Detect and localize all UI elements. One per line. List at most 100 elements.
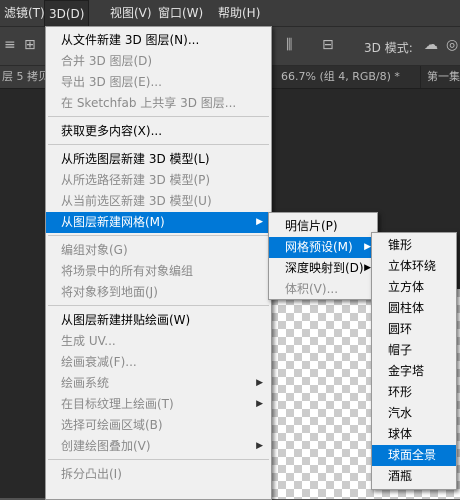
preset-item-11[interactable]: 酒瓶 (372, 466, 456, 487)
preset-item-4[interactable]: 圆环 (372, 319, 456, 340)
menu-3d-item-13[interactable]: 生成 UV... (46, 331, 271, 352)
roll-icon[interactable]: ◎ (446, 37, 458, 53)
submenu-mesh-item-1[interactable]: 网格预设(M) ▶ (269, 237, 377, 258)
menu-3d-item-label: 获取更多内容(X)... (61, 124, 163, 138)
menu-3d-dropdown: 从文件新建 3D 图层(N)... 合并 3D 图层(D) 导出 3D 图层(E).… (45, 26, 272, 500)
submenu-arrow-icon: ▶ (256, 399, 263, 409)
menu-3d-item-12[interactable]: 从图层新建拼贴绘画(W) (46, 310, 271, 331)
preset-item-3[interactable]: 圆柱体 (372, 298, 456, 319)
menu-bar: 滤镜(T) 3D(D) 视图(V) 窗口(W) 帮助(H) (0, 0, 460, 27)
menu-separator (48, 144, 269, 145)
submenu-arrow-icon: ▶ (364, 263, 371, 273)
menu-3d-item-label: 在 Sketchfab 上共享 3D 图层... (61, 96, 237, 110)
preset-item-label: 汽水 (388, 406, 413, 420)
menu-3d-item-label: 选择可绘画区域(B) (61, 418, 163, 432)
menu-3d-item-label: 在目标纹理上绘画(T) (61, 397, 174, 411)
menu-3d-item-label: 从图层新建拼贴绘画(W) (61, 313, 191, 327)
menu-3d-item-label: 绘画系统 (61, 376, 110, 390)
preset-item-label: 环形 (388, 385, 413, 399)
preset-item-8[interactable]: 汽水 (372, 403, 456, 424)
submenu-arrow-icon: ▶ (256, 217, 263, 227)
preset-item-label: 帽子 (388, 343, 413, 357)
preset-item-6[interactable]: 金字塔 (372, 361, 456, 382)
menu-3d-item-15[interactable]: 绘画系统 ▶ (46, 373, 271, 394)
menu-3d-item-14[interactable]: 绘画衰减(F)... (46, 352, 271, 373)
submenu-mesh-item-label: 网格预设(M) (285, 240, 353, 254)
tab-document[interactable]: 66.7% (组 4, RGB/8) * (275, 66, 400, 88)
tab-other[interactable]: 第一集 (420, 66, 460, 88)
distribute-icon[interactable]: ⫼ (286, 37, 292, 53)
distribute-icon-2[interactable]: ⊟ (322, 37, 334, 53)
menu-filter[interactable]: 滤镜(T) (0, 0, 49, 26)
submenu-mesh-item-2[interactable]: 深度映射到(D) ▶ (269, 258, 377, 279)
preset-item-5[interactable]: 帽子 (372, 340, 456, 361)
preset-item-2[interactable]: 立方体 (372, 277, 456, 298)
preset-item-label: 立体环绕 (388, 259, 437, 273)
menu-3d-item-label: 绘画衰减(F)... (61, 355, 137, 369)
menu-3d-item-label: 导出 3D 图层(E)... (61, 75, 162, 89)
menu-3d-item-7[interactable]: 从当前选区新建 3D 模型(U) (46, 191, 271, 212)
preset-item-9[interactable]: 球体 (372, 424, 456, 445)
menu-3d-item-2[interactable]: 导出 3D 图层(E)... (46, 72, 271, 93)
preset-item-label: 立方体 (388, 280, 425, 294)
submenu-arrow-icon: ▶ (364, 242, 371, 252)
preset-item-label: 金字塔 (388, 364, 425, 378)
menu-help[interactable]: 帮助(H) (214, 0, 264, 26)
preset-item-label: 圆柱体 (388, 301, 425, 315)
menu-3d-item-10[interactable]: 将场景中的所有对象编组 (46, 261, 271, 282)
menu-3d-item-16[interactable]: 在目标纹理上绘画(T) ▶ (46, 394, 271, 415)
menu-3d-item-label: 生成 UV... (61, 334, 116, 348)
preset-item-label: 球面全景 (388, 448, 437, 462)
menu-3d-item-label: 编组对象(G) (61, 243, 128, 257)
submenu-mesh-item-label: 深度映射到(D) (285, 261, 364, 275)
menu-3d-item-label: 将场景中的所有对象编组 (61, 264, 194, 278)
menu-3d-item-label: 拆分凸出(I) (61, 467, 122, 481)
preset-item-10[interactable]: 球面全景 (372, 445, 456, 466)
menu-separator (48, 235, 269, 236)
align-icon[interactable]: ≡ (4, 37, 16, 53)
menu-3d-item-17[interactable]: 选择可绘画区域(B) (46, 415, 271, 436)
menu-3d-item-label: 从图层新建网格(M) (61, 215, 165, 229)
orbit-icon[interactable]: ☁ (424, 37, 438, 53)
menu-window[interactable]: 窗口(W) (154, 0, 207, 26)
menu-3d-item-label: 从所选图层新建 3D 模型(L) (61, 152, 210, 166)
preset-item-label: 球体 (388, 427, 413, 441)
menu-3d-item-6[interactable]: 从所选路径新建 3D 模型(P) (46, 170, 271, 191)
align-icon-2[interactable]: ⊞ (24, 37, 36, 53)
menu-3d-item-label: 合并 3D 图层(D) (61, 54, 153, 68)
menu-3d-item-19[interactable]: 拆分凸出(I) (46, 464, 271, 485)
3d-mode-label: 3D 模式: (364, 41, 413, 55)
menu-3d-item-4[interactable]: 获取更多内容(X)... (46, 121, 271, 142)
menu-3d-item-9[interactable]: 编组对象(G) (46, 240, 271, 261)
preset-item-1[interactable]: 立体环绕 (372, 256, 456, 277)
preset-item-7[interactable]: 环形 (372, 382, 456, 403)
menu-3d-item-1[interactable]: 合并 3D 图层(D) (46, 51, 271, 72)
menu-separator (48, 459, 269, 460)
menu-3d-item-3[interactable]: 在 Sketchfab 上共享 3D 图层... (46, 93, 271, 114)
menu-3d-item-label: 将对象移到地面(J) (61, 285, 158, 299)
preset-item-label: 锥形 (388, 238, 413, 252)
menu-3d-item-5[interactable]: 从所选图层新建 3D 模型(L) (46, 149, 271, 170)
preset-item-0[interactable]: 锥形 (372, 235, 456, 256)
menu-3d-item-11[interactable]: 将对象移到地面(J) (46, 282, 271, 303)
submenu-mesh-item-3[interactable]: 体积(V)... (269, 279, 377, 300)
submenu-mesh-item-label: 体积(V)... (285, 282, 339, 296)
menu-3d-item-label: 从所选路径新建 3D 模型(P) (61, 173, 211, 187)
menu-3d-item-18[interactable]: 创建绘图叠加(V) ▶ (46, 436, 271, 457)
menu-separator (48, 116, 269, 117)
menu-view[interactable]: 视图(V) (106, 0, 156, 26)
preset-item-label: 圆环 (388, 322, 413, 336)
menu-3d-item-label: 创建绘图叠加(V) (61, 439, 151, 453)
submenu-new-mesh: 明信片(P) 网格预设(M) ▶ 深度映射到(D) ▶ 体积(V)... (268, 212, 378, 300)
preset-item-label: 酒瓶 (388, 469, 413, 483)
menu-3d-item-8[interactable]: 从图层新建网格(M) ▶ (46, 212, 271, 233)
submenu-arrow-icon: ▶ (256, 378, 263, 388)
menu-3d-item-label: 从当前选区新建 3D 模型(U) (61, 194, 212, 208)
menu-3d[interactable]: 3D(D) (44, 0, 90, 27)
submenu-mesh-item-0[interactable]: 明信片(P) (269, 216, 377, 237)
submenu-mesh-item-label: 明信片(P) (285, 219, 338, 233)
menu-3d-item-0[interactable]: 从文件新建 3D 图层(N)... (46, 30, 271, 51)
submenu-mesh-presets: 锥形立体环绕立方体圆柱体圆环帽子金字塔环形汽水球体球面全景酒瓶 (371, 232, 457, 490)
submenu-arrow-icon: ▶ (256, 441, 263, 451)
menu-separator (48, 305, 269, 306)
